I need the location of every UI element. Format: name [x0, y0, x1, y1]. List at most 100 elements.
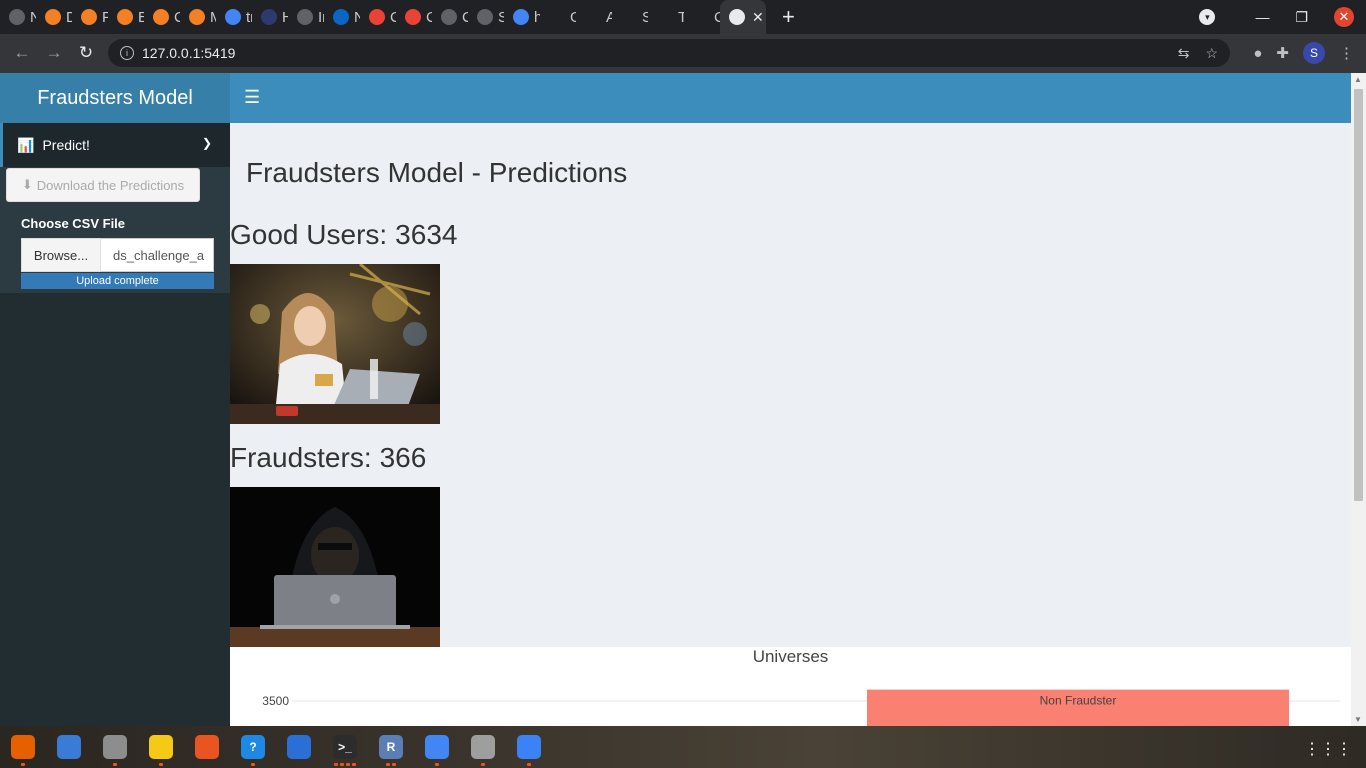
back-icon[interactable]: ← — [6, 43, 38, 63]
book-icon — [117, 9, 133, 25]
extension-icon[interactable]: ● — [1253, 45, 1262, 62]
github-icon — [549, 9, 565, 25]
page-title: Fraudsters Model - Predictions — [246, 157, 628, 188]
browser-tab[interactable]: St — [468, 0, 504, 34]
r-icon[interactable]: R — [368, 726, 414, 768]
browser-tab[interactable]: ho — [504, 0, 540, 34]
browser-tab[interactable]: tr — [216, 0, 252, 34]
running-indicator — [113, 763, 117, 766]
github-icon — [585, 9, 601, 25]
running-indicator — [251, 763, 255, 766]
running-indicator — [340, 763, 344, 766]
top-header: ☰ — [230, 73, 1351, 123]
globe-icon — [441, 9, 457, 25]
upload-progress-bar: Upload complete — [21, 273, 214, 289]
browser-tab[interactable]: Gi — [540, 0, 576, 34]
running-indicator — [435, 763, 439, 766]
browser-tab[interactable]: Co — [432, 0, 468, 34]
browser-tab[interactable]: El — [108, 0, 144, 34]
profile-avatar[interactable]: S — [1303, 42, 1325, 64]
scroll-up-icon[interactable]: ▲ — [1354, 75, 1362, 84]
new-tab-icon[interactable]: + — [782, 4, 795, 30]
browser-tab[interactable]: Cl — [144, 0, 180, 34]
browser-tab[interactable]: Ag — [576, 0, 612, 34]
good-users-count: 3634 — [395, 219, 458, 250]
gmail-icon — [405, 9, 421, 25]
browser-tab-active[interactable]: ✕ — [720, 0, 766, 34]
firefox-icon[interactable] — [0, 726, 46, 768]
sidebar: Fraudsters Model 📊 Predict! ❯ ⬇ Download… — [0, 73, 230, 726]
browse-button[interactable]: Browse... — [21, 238, 101, 272]
menu-dots-icon[interactable]: ⋮ — [1339, 44, 1354, 62]
app-glyph — [103, 735, 127, 759]
show-apps-icon[interactable]: ⋮⋮⋮ — [1304, 739, 1352, 759]
running-indicator — [481, 763, 485, 766]
scroll-down-icon[interactable]: ▼ — [1354, 715, 1362, 724]
sidebar-submenu: ⬇ Download the Predictions Choose CSV Fi… — [0, 167, 230, 293]
app-logo: Fraudsters Model — [0, 73, 230, 123]
browser-tab[interactable]: Pr — [72, 0, 108, 34]
app-glyph — [425, 735, 449, 759]
minimize-icon[interactable]: — — [1255, 9, 1269, 25]
browser-tab[interactable]: Sa — [612, 0, 648, 34]
app-glyph: >_ — [333, 735, 357, 759]
writer-icon[interactable] — [276, 726, 322, 768]
browser-tab[interactable]: Cr — [684, 0, 720, 34]
page-scrollbar[interactable]: ▲ ▼ — [1351, 73, 1366, 726]
close-window-icon[interactable]: ✕ — [1334, 7, 1354, 27]
address-bar[interactable]: i 127.0.0.1:5419 ⇆ ☆ — [108, 39, 1230, 67]
linkedin-icon — [333, 9, 349, 25]
good-user-image — [230, 264, 440, 424]
browser-tab[interactable]: He — [252, 0, 288, 34]
file-name-field[interactable]: ds_challenge_a — [101, 238, 214, 272]
app-glyph — [57, 735, 81, 759]
fraudsters-heading: Fraudsters: 366 — [230, 442, 426, 474]
hamburger-menu-icon[interactable]: ☰ — [244, 87, 260, 108]
browser-tab[interactable]: To — [648, 0, 684, 34]
files-icon[interactable] — [92, 726, 138, 768]
browser-tab[interactable]: Ne — [0, 0, 36, 34]
terminal-icon[interactable]: >_ — [322, 726, 368, 768]
browser-tab[interactable]: M — [180, 0, 216, 34]
os-taskbar: ? >_ R ⋮⋮⋮ — [0, 726, 1366, 768]
scrollbar-thumb[interactable] — [1354, 89, 1363, 501]
help-icon[interactable]: ? — [230, 726, 276, 768]
restore-icon[interactable]: ❐ — [1295, 9, 1308, 26]
app-glyph — [11, 735, 35, 759]
close-tab-icon[interactable]: ✕ — [752, 9, 764, 26]
browser-tab[interactable]: In — [288, 0, 324, 34]
rhythmbox-icon[interactable] — [138, 726, 184, 768]
tab-search-icon[interactable]: ▾ — [1199, 9, 1216, 25]
app-glyph — [287, 735, 311, 759]
chrome-icon[interactable] — [414, 726, 460, 768]
software-icon[interactable] — [184, 726, 230, 768]
site-info-icon[interactable]: i — [120, 46, 134, 60]
url-text: 127.0.0.1:5419 — [142, 45, 236, 61]
book-icon — [189, 9, 205, 25]
reload-icon[interactable]: ↻ — [70, 43, 102, 63]
browser-tab[interactable]: Da — [36, 0, 72, 34]
fraudsters-label: Fraudsters: — [230, 442, 372, 473]
download-predictions-button[interactable]: ⬇ Download the Predictions — [6, 168, 200, 202]
sidebar-item-predict[interactable]: 📊 Predict! ❯ — [0, 123, 230, 167]
app-glyph: ? — [241, 735, 265, 759]
bookmark-star-icon[interactable]: ☆ — [1205, 45, 1218, 62]
bar-chart-icon: 📊 — [17, 136, 35, 153]
github-icon — [657, 9, 673, 25]
browser-tab[interactable]: Ne — [324, 0, 360, 34]
chrome-icon — [9, 9, 25, 25]
image-viewer-icon[interactable] — [460, 726, 506, 768]
puzzle-icon[interactable]: ✚ — [1276, 44, 1289, 62]
csv-file-input[interactable]: Browse... ds_challenge_a — [21, 238, 214, 272]
app-glyph — [517, 735, 541, 759]
app-glyph — [195, 735, 219, 759]
browser-tab[interactable]: Ch — [396, 0, 432, 34]
text-editor-icon[interactable] — [506, 726, 552, 768]
chart-canvas: 3500 Non Fraudster — [262, 689, 1340, 726]
browser-tab[interactable]: Ch — [360, 0, 396, 34]
page-viewport: Fraudsters Model 📊 Predict! ❯ ⬇ Download… — [0, 73, 1366, 726]
running-indicator — [334, 763, 338, 766]
thunderbird-icon[interactable] — [46, 726, 92, 768]
forward-icon[interactable]: → — [38, 43, 70, 63]
translate-icon[interactable]: ⇆ — [1178, 45, 1190, 62]
